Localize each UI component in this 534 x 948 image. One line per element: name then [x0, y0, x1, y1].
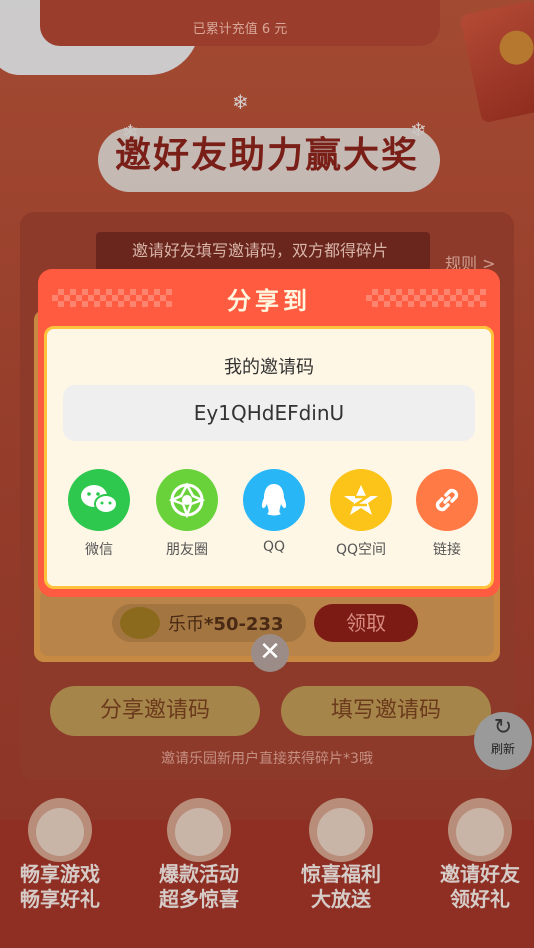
- share-label: 链接: [433, 542, 461, 558]
- share-label: QQ: [262, 539, 286, 555]
- invite-code-label: 我的邀请码: [224, 357, 314, 378]
- modal-title: 分享到: [227, 286, 311, 315]
- share-label: 微信: [85, 542, 113, 558]
- share-wechat[interactable]: 微信: [59, 469, 139, 559]
- share-content: 我的邀请码 Ey1QHdEFdinU 微信 朋友圈 QQ QQ空间 链接: [44, 326, 494, 589]
- share-qq[interactable]: QQ: [234, 469, 314, 555]
- invite-code-field[interactable]: Ey1QHdEFdinU: [63, 385, 475, 441]
- share-qzone[interactable]: QQ空间: [321, 469, 401, 559]
- share-moments[interactable]: 朋友圈: [147, 469, 227, 559]
- close-modal-button[interactable]: ✕: [251, 634, 289, 672]
- close-icon: ✕: [259, 637, 281, 667]
- share-modal: 分享到 我的邀请码 Ey1QHdEFdinU 微信 朋友圈 QQ QQ空间 链接: [38, 269, 500, 597]
- wechat-icon: [68, 469, 130, 531]
- share-label: 朋友圈: [166, 542, 208, 558]
- share-label: QQ空间: [335, 542, 387, 558]
- link-icon: [416, 469, 478, 531]
- moments-icon: [156, 469, 218, 531]
- qq-icon: [243, 469, 305, 531]
- share-link[interactable]: 链接: [407, 469, 487, 559]
- qzone-icon: [330, 469, 392, 531]
